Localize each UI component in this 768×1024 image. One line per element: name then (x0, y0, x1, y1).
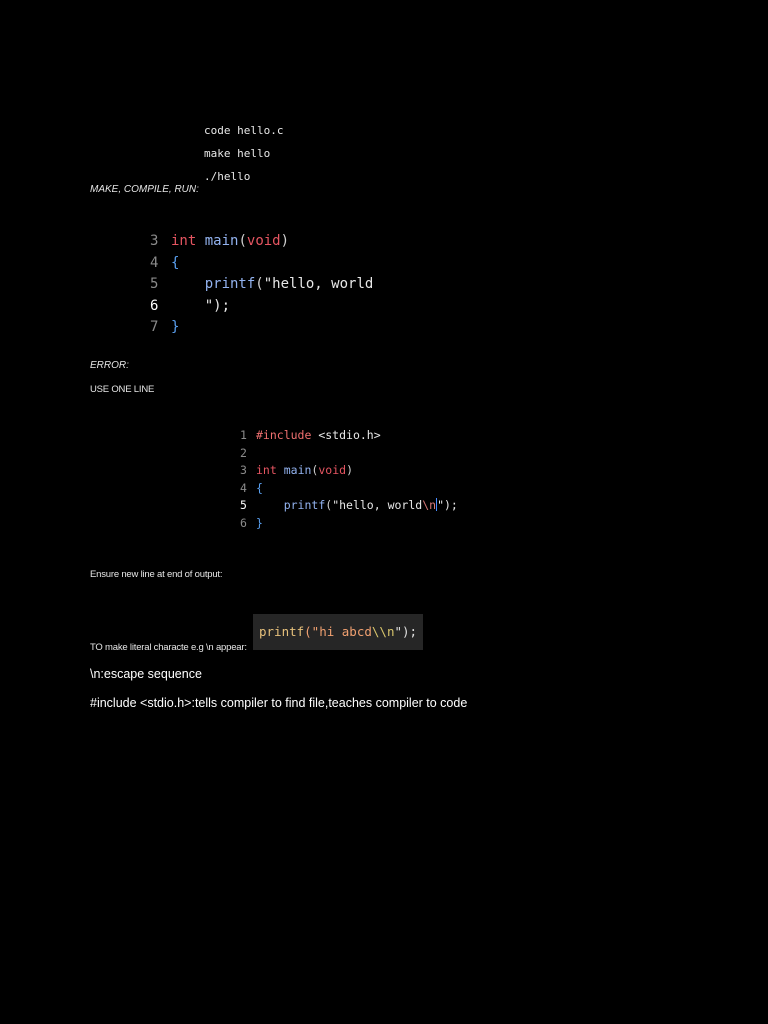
keyword: int (171, 233, 197, 249)
line-number: 7 (150, 319, 159, 335)
code-line: 3 int main(void) (150, 231, 373, 253)
line-number: 2 (240, 445, 247, 460)
line-number: 5 (240, 498, 247, 513)
function-name: printf (204, 276, 256, 292)
line-number: 3 (240, 463, 247, 478)
function-name: printf (259, 624, 305, 639)
command-code: code hello.c (204, 124, 284, 137)
line-number: 5 (150, 276, 159, 292)
code-snippet: printf("hi abcd\\n"); (253, 614, 424, 650)
code-line: 6} (240, 515, 458, 533)
string-literal: "hello, world (332, 498, 423, 513)
make-compile-run-label: MAKE, COMPILE, RUN: (90, 184, 199, 195)
code-line: 5 printf("hello, world (150, 274, 373, 296)
header-name: <stdio.h> (318, 428, 381, 442)
code-line: 3 int main(void) (240, 462, 458, 480)
escape-sequence-note: \n:escape sequence (90, 667, 202, 681)
function-name: main (204, 233, 239, 249)
escape-sequence: \n (422, 498, 437, 513)
literal-char-label: TO make literal characte e.g \n appear: (90, 642, 247, 653)
brace: { (171, 254, 180, 271)
keyword: void (318, 463, 347, 478)
line-number: 4 (240, 480, 247, 495)
code-line: 6 "); (150, 296, 373, 318)
brace: } (256, 515, 263, 530)
keyword: void (246, 233, 281, 249)
command-run: ./hello (204, 170, 251, 183)
line-number: 4 (150, 254, 159, 271)
code-block-error: 3 int main(void) 4{ 5 printf("hello, worl… (150, 231, 373, 339)
escape-sequence: \\n (371, 624, 395, 639)
string-literal: "); (394, 624, 418, 639)
include-note: #include <stdio.h>:tells compiler to fin… (90, 696, 468, 710)
function-name: main (283, 463, 312, 478)
code-line: 4{ (150, 253, 373, 275)
code-line: 7} (150, 317, 373, 339)
line-number: 6 (150, 297, 159, 314)
command-make: make hello (204, 147, 271, 160)
use-one-line-label: USE ONE LINE (90, 384, 155, 395)
string-literal: ("hi abcd (304, 624, 372, 639)
string-literal: "); (204, 297, 231, 314)
code-line: 2 (240, 445, 458, 463)
line-number: 3 (150, 233, 159, 249)
line-number: 1 (240, 428, 247, 442)
error-label: ERROR: (90, 360, 129, 371)
include-directive: #include (256, 428, 312, 442)
code-line: 5 printf("hello, world\n"); (240, 497, 458, 515)
code-line: 1 #include <stdio.h> (240, 427, 458, 445)
string-literal: "); (437, 498, 458, 513)
brace: } (171, 319, 180, 335)
function-name: printf (283, 498, 326, 513)
ensure-newline-label: Ensure new line at end of output: (90, 569, 223, 580)
code-line: 4{ (240, 480, 458, 498)
code-block-fixed: 1 #include <stdio.h> 2 3 int main(void) 4{… (240, 427, 458, 533)
brace: { (256, 480, 263, 495)
string-literal: "hello, world (263, 276, 374, 292)
keyword: int (256, 463, 277, 478)
line-number: 6 (240, 515, 247, 530)
